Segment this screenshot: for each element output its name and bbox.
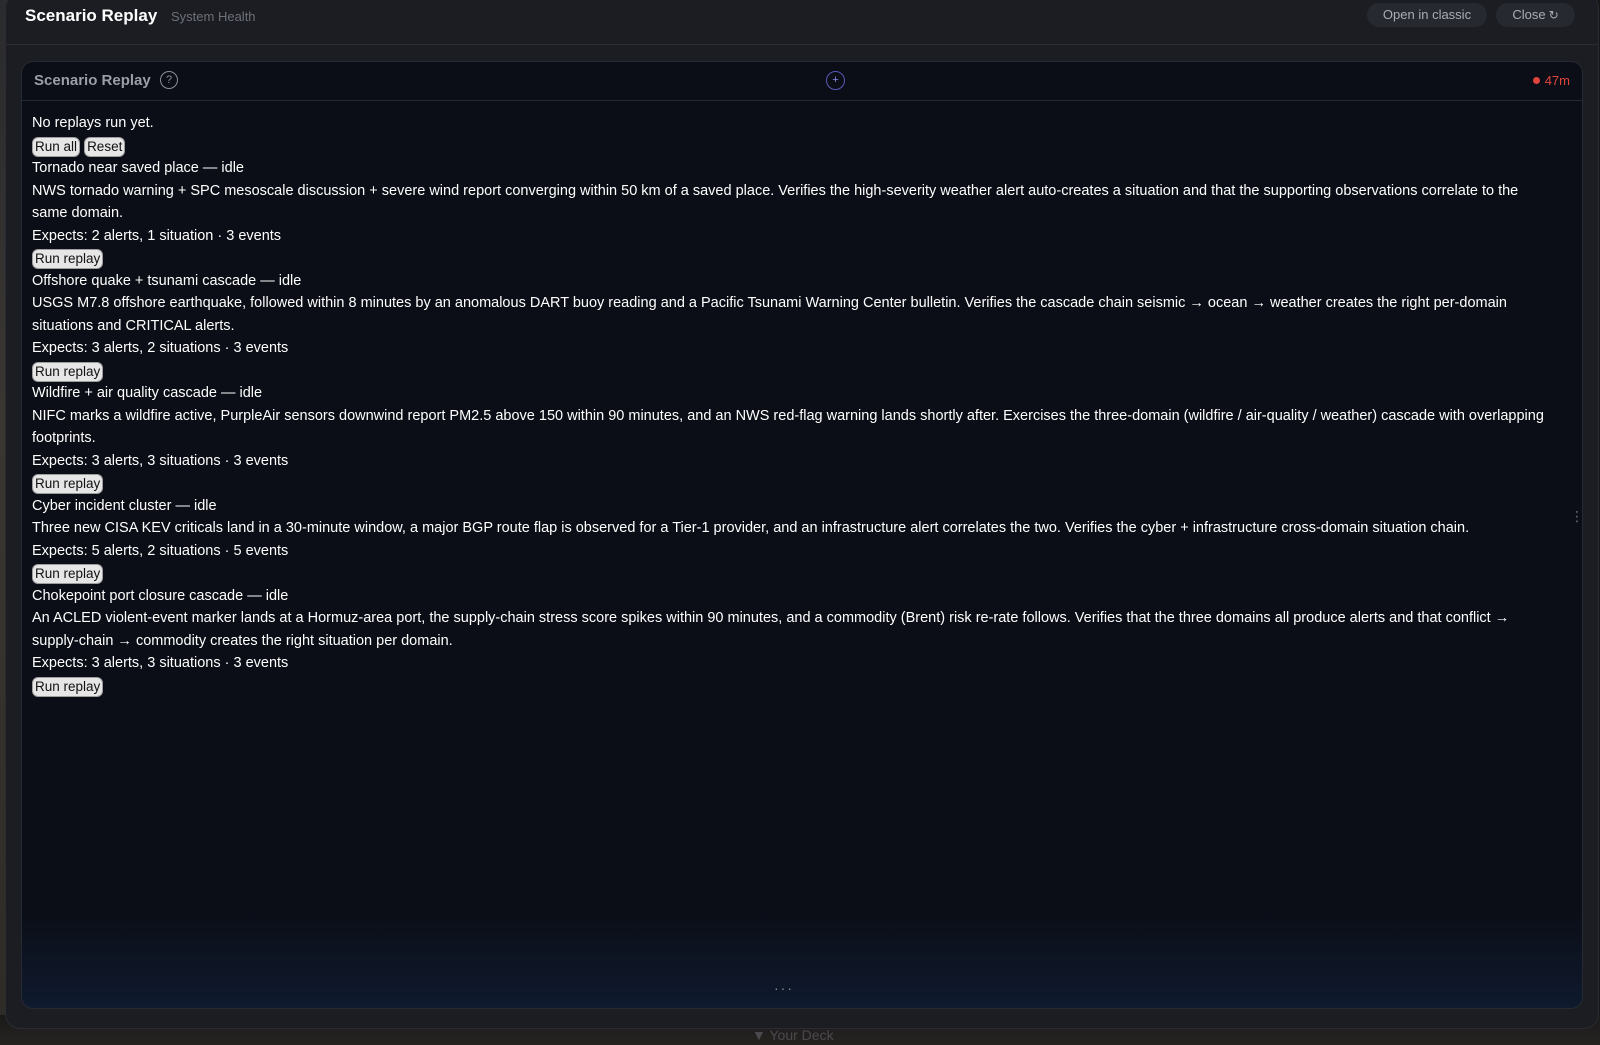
run-replay-button[interactable]: Run replay <box>32 564 104 584</box>
scenario-title: Cyber incident cluster — idle <box>32 497 217 514</box>
scenario-item: Offshore quake + tsunami cascade — idle … <box>32 270 1552 383</box>
panel-title: Scenario Replay <box>34 72 151 89</box>
status-age: 47m <box>1544 73 1570 88</box>
scenario-replay-window: Scenario Replay System Health Open in cl… <box>6 0 1598 1028</box>
window-topbar: Scenario Replay System Health Open in cl… <box>6 0 1598 45</box>
scenario-replay-panel: Scenario Replay ? + 47m No replays run y… <box>21 61 1583 1009</box>
help-icon[interactable]: ? <box>160 71 178 89</box>
no-runs-text: No replays run yet. <box>32 115 154 131</box>
run-all-button[interactable]: Run all <box>32 136 81 157</box>
status-dot-icon <box>1532 77 1540 84</box>
scenario-expects: Expects: 3 alerts, 3 situations · 3 even… <box>32 452 289 469</box>
window-title: Scenario Replay <box>25 6 158 25</box>
run-replay-button[interactable]: Run replay <box>32 676 104 697</box>
background-deck-label: ▼ Your Deck <box>752 1027 834 1043</box>
run-replay-button[interactable]: Run replay <box>32 361 104 382</box>
scenario-title: Chokepoint port closure cascade — idle <box>32 587 289 604</box>
close-label: Close <box>1512 7 1546 22</box>
run-replay-button[interactable]: Run replay <box>32 249 104 269</box>
scenario-description: An ACLED violent-event marker lands at a… <box>32 610 1510 649</box>
scenario-title: Wildfire + air quality cascade — idle <box>32 385 263 401</box>
scenario-item: Tornado near saved place — idle NWS torn… <box>32 157 1552 270</box>
open-in-classic-label: Open in classic <box>1382 7 1472 22</box>
add-icon[interactable]: + <box>826 71 845 90</box>
scenario-description: NWS tornado warning + SPC mesoscale disc… <box>32 182 1519 222</box>
open-in-classic-button[interactable]: Open in classic <box>1367 3 1487 27</box>
scenario-item: Wildfire + air quality cascade — idle NI… <box>32 382 1552 495</box>
scenario-description: Three new CISA KEV criticals land in a 3… <box>32 520 1470 536</box>
scenario-expects: Expects: 3 alerts, 3 situations · 3 even… <box>32 655 289 671</box>
more-icon[interactable]: ··· <box>774 980 794 996</box>
scenario-expects: Expects: 3 alerts, 2 situations · 3 even… <box>32 340 289 356</box>
scenario-title: Offshore quake + tsunami cascade — idle <box>32 272 302 289</box>
close-icon: ↻ <box>1548 8 1559 22</box>
summary-actions: Run all Reset <box>32 135 1552 158</box>
scenario-item: Chokepoint port closure cascade — idle A… <box>32 585 1552 698</box>
run-replay-button[interactable]: Run replay <box>32 474 104 494</box>
close-button[interactable]: Close ↻ <box>1496 3 1575 27</box>
window-subtitle: System Health <box>171 9 256 24</box>
scenario-description: NIFC marks a wildfire active, PurpleAir … <box>32 407 1544 447</box>
scenario-expects: Expects: 5 alerts, 2 situations · 5 even… <box>32 542 289 559</box>
scenario-expects: Expects: 2 alerts, 1 situation · 3 event… <box>32 227 282 244</box>
scenario-description: USGS M7.8 offshore earthquake, followed … <box>32 295 1507 334</box>
scenario-item: Cyber incident cluster — idle Three new … <box>32 495 1552 585</box>
panel-header: Scenario Replay ? + 47m <box>22 62 1582 101</box>
kebab-menu-icon[interactable]: ⋮ <box>1570 509 1582 523</box>
panel-content: No replays run yet. Run all Reset Tornad… <box>32 112 1552 697</box>
status-badge: 47m <box>1532 73 1570 88</box>
reset-button[interactable]: Reset <box>84 136 126 157</box>
scenario-title: Tornado near saved place — idle <box>32 160 244 176</box>
